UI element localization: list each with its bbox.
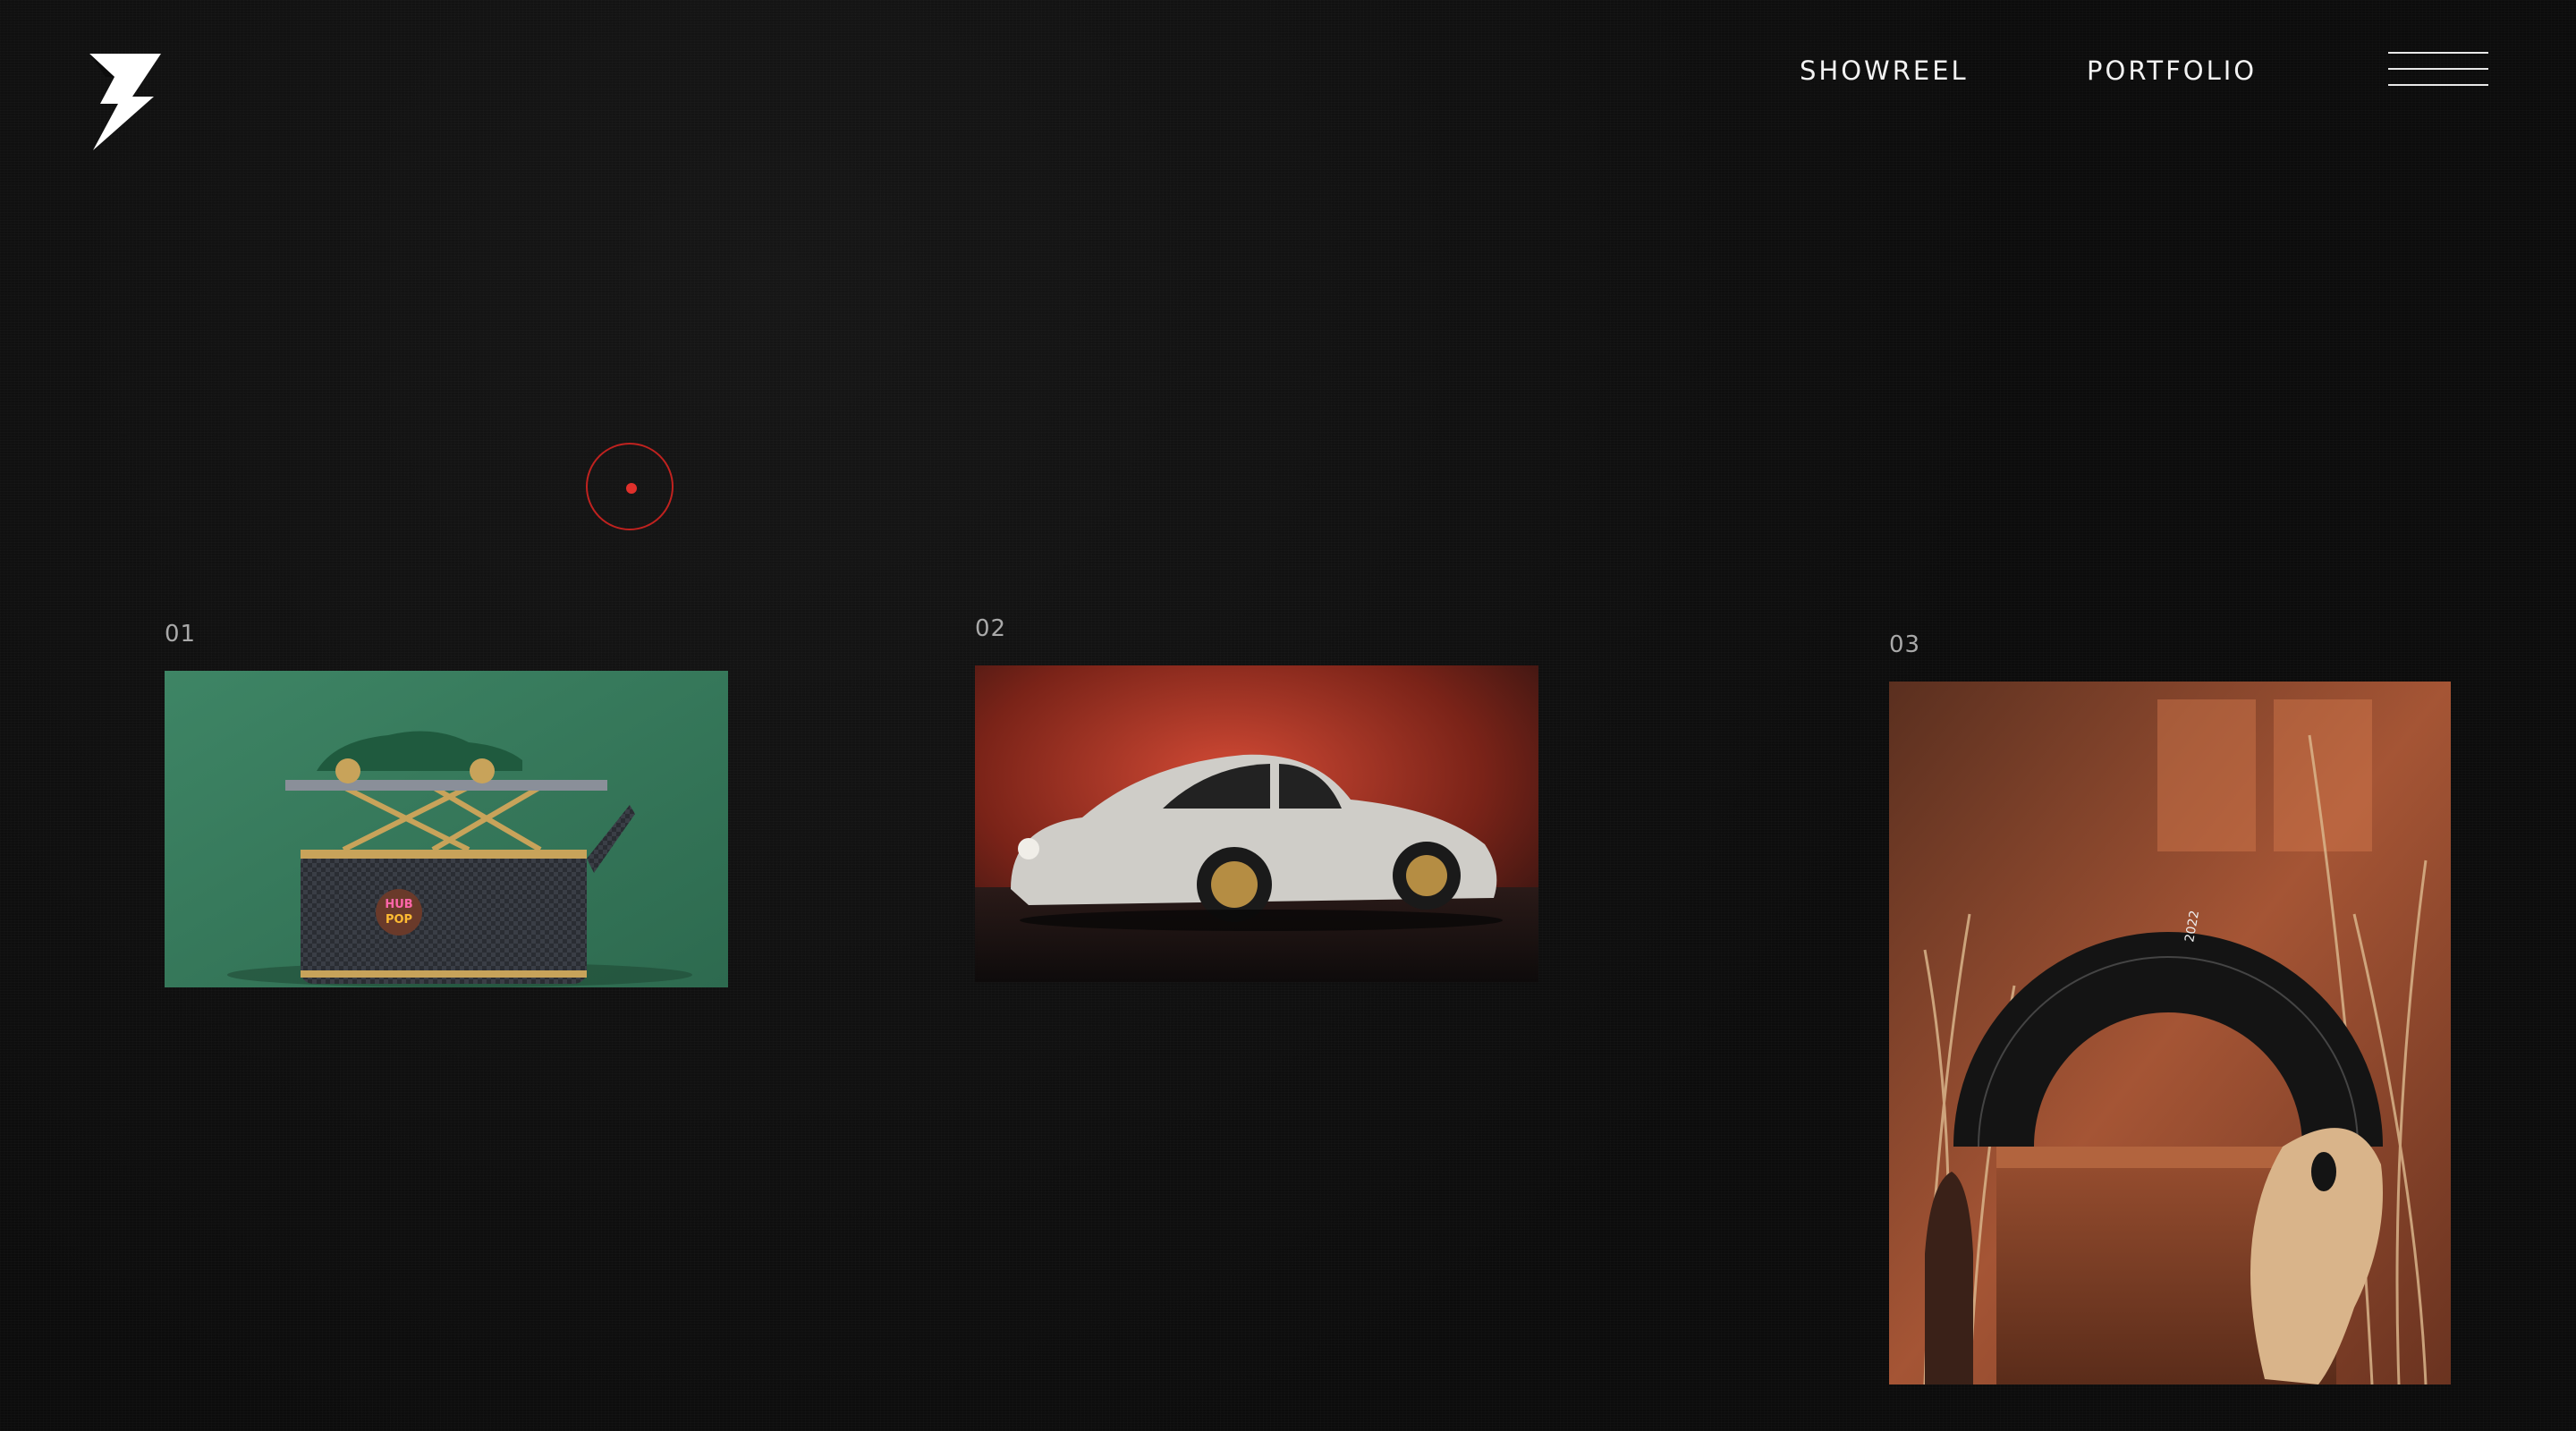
- nav-showreel-link[interactable]: SHOWREEL: [1800, 55, 1969, 86]
- project-number: 03: [1889, 631, 1921, 658]
- svg-text:HUB: HUB: [385, 898, 412, 911]
- portfolio-page: SHOWREEL PORTFOLIO 01 HUB POP 02 03 2022: [0, 0, 2576, 1431]
- project-thumbnail-arch-award[interactable]: 2022: [1889, 682, 2451, 1384]
- svg-text:POP: POP: [386, 913, 412, 927]
- project-number: 02: [975, 615, 1007, 642]
- nav-portfolio-link[interactable]: PORTFOLIO: [2087, 55, 2257, 86]
- custom-cursor-ring: [586, 443, 674, 530]
- brand-logo-lightning-icon[interactable]: [88, 52, 165, 152]
- project-thumbnail-classic-sports-car[interactable]: [975, 665, 1538, 982]
- custom-cursor-dot: [626, 483, 637, 494]
- project-thumbnail-toy-car-box[interactable]: HUB POP: [165, 671, 728, 987]
- hamburger-menu-icon[interactable]: [2388, 50, 2488, 89]
- project-number: 01: [165, 621, 197, 648]
